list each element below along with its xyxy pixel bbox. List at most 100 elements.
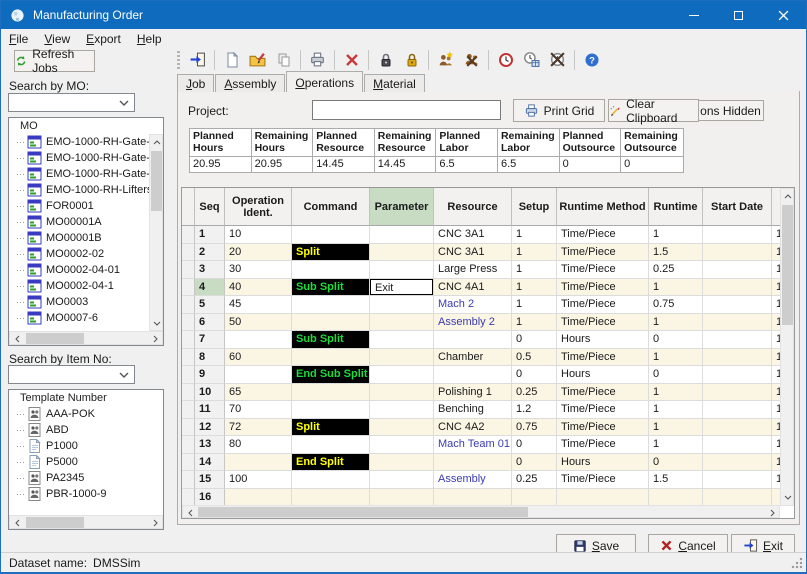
scroll-thumb[interactable] — [26, 333, 84, 344]
table-row[interactable]: 14 End Split 0 Hours 0 1 — [182, 453, 794, 471]
cell-parameter[interactable] — [370, 401, 434, 419]
row-indicator[interactable] — [182, 243, 195, 261]
row-indicator[interactable] — [182, 226, 195, 244]
cell-runtime[interactable]: 1 — [649, 436, 703, 454]
mo-tree-root[interactable]: MO — [9, 118, 163, 134]
cell-operation-ident[interactable]: 60 — [225, 348, 292, 366]
mo-tree-item[interactable]: MO0002-04-01 — [9, 262, 150, 278]
menu-item[interactable]: Export — [78, 30, 129, 48]
cell-command[interactable]: End Split — [292, 453, 370, 471]
cell-operation-ident[interactable] — [225, 453, 292, 471]
table-row[interactable]: 7 Sub Split 0 Hours 0 1 — [182, 331, 794, 349]
menu-item[interactable]: Help — [129, 30, 170, 48]
cell-runtime[interactable]: 1 — [649, 383, 703, 401]
cell-parameter[interactable] — [370, 296, 434, 314]
parameter-editor[interactable] — [370, 436, 433, 453]
cell-operation-ident[interactable] — [225, 331, 292, 349]
header-resource[interactable]: Resource — [434, 188, 512, 226]
table-row[interactable]: 1 10 CNC 3A1 1 Time/Piece 1 1 — [182, 226, 794, 244]
cell-resource[interactable]: Mach Team 01 — [434, 436, 512, 454]
cell-runtime-method[interactable]: Time/Piece — [557, 436, 649, 454]
table-row[interactable]: 8 60 Chamber 0.5 Time/Piece 1 1 — [182, 348, 794, 366]
search-mo-combobox[interactable] — [8, 93, 135, 112]
cell-parameter[interactable] — [370, 436, 434, 454]
table-row[interactable]: 13 80 Mach Team 01 0 Time/Piece 1 1 — [182, 436, 794, 454]
tab[interactable]: Assembly — [215, 74, 286, 92]
cell-command[interactable] — [292, 436, 370, 454]
cell-setup[interactable]: 1 — [512, 261, 557, 279]
header-start-date[interactable]: Start Date — [703, 188, 772, 226]
template-tree-item[interactable]: ABD — [9, 422, 163, 438]
cell-runtime-method[interactable]: Time/Piece — [557, 243, 649, 261]
cell-command[interactable]: Sub Split — [292, 278, 370, 296]
cell-resource[interactable]: CNC 3A1 — [434, 226, 512, 244]
mo-tree-item[interactable]: EMO-1000-RH-Gate-Front — [9, 166, 150, 182]
cell-start-date[interactable] — [703, 436, 772, 454]
mo-tree-item[interactable]: MO0003 — [9, 294, 150, 310]
cell-runtime[interactable]: 0 — [649, 366, 703, 384]
cell-parameter[interactable] — [370, 243, 434, 261]
table-row[interactable]: 6 50 Assembly 2 1 Time/Piece 1 1 — [182, 313, 794, 331]
cell-runtime[interactable]: 0.25 — [649, 261, 703, 279]
scroll-thumb[interactable] — [26, 517, 84, 528]
header-seq[interactable]: Seq — [195, 188, 225, 226]
row-indicator[interactable] — [182, 296, 195, 314]
table-row[interactable]: 11 70 Benching 1.2 Time/Piece 1 1 — [182, 401, 794, 419]
cell-setup[interactable]: 0 — [512, 436, 557, 454]
cell-resource[interactable]: Chamber — [434, 348, 512, 366]
cell-runtime-method[interactable]: Hours — [557, 453, 649, 471]
cell-start-date[interactable] — [703, 471, 772, 489]
cell-runtime[interactable]: 1 — [649, 348, 703, 366]
cell-resource[interactable] — [434, 331, 512, 349]
tab[interactable]: Operations — [286, 71, 364, 92]
cell-setup[interactable]: 0.5 — [512, 348, 557, 366]
cell-parameter[interactable] — [370, 226, 434, 244]
parameter-editor[interactable] — [370, 471, 433, 488]
parameter-editor[interactable] — [370, 366, 433, 383]
cell-command[interactable]: Split — [292, 243, 370, 261]
cell-command[interactable] — [292, 401, 370, 419]
template-tree-hscrollbar[interactable] — [9, 515, 163, 529]
cell-runtime-method[interactable]: Time/Piece — [557, 261, 649, 279]
table-row[interactable]: 2 20 Split CNC 3A1 1 Time/Piece 1.5 1 — [182, 243, 794, 261]
template-tree-item[interactable]: P1000 — [9, 438, 163, 454]
cell-start-date[interactable] — [703, 243, 772, 261]
cell-seq[interactable]: 5 — [195, 296, 225, 314]
cell-seq[interactable]: 13 — [195, 436, 225, 454]
hidden-options-button[interactable]: ons Hidden — [697, 100, 764, 121]
cell-resource[interactable] — [434, 488, 512, 506]
cell-parameter[interactable] — [370, 313, 434, 331]
cell-runtime-method[interactable]: Time/Piece — [557, 226, 649, 244]
cell-parameter[interactable] — [370, 418, 434, 436]
clock-cancel-icon[interactable] — [545, 48, 570, 71]
cell-runtime-method[interactable]: Hours — [557, 331, 649, 349]
cell-setup[interactable]: 0.75 — [512, 418, 557, 436]
cell-setup[interactable]: 1 — [512, 243, 557, 261]
cell-resource[interactable]: CNC 4A2 — [434, 418, 512, 436]
header-operation-ident[interactable]: Operation Ident. — [225, 188, 292, 226]
cell-runtime-method[interactable]: Time/Piece — [557, 296, 649, 314]
scroll-thumb[interactable] — [151, 151, 162, 211]
cell-start-date[interactable] — [703, 296, 772, 314]
cell-parameter[interactable] — [370, 471, 434, 489]
delete-icon[interactable] — [339, 48, 364, 71]
cell-operation-ident[interactable]: 65 — [225, 383, 292, 401]
row-indicator[interactable] — [182, 261, 195, 279]
cell-parameter[interactable] — [370, 348, 434, 366]
cell-runtime[interactable]: 1.5 — [649, 243, 703, 261]
cell-operation-ident[interactable]: 50 — [225, 313, 292, 331]
tab[interactable]: Job — [177, 74, 215, 92]
row-indicator[interactable] — [182, 383, 195, 401]
cell-command[interactable] — [292, 261, 370, 279]
parameter-editor[interactable] — [370, 419, 433, 436]
cell-start-date[interactable] — [703, 418, 772, 436]
cell-runtime-method[interactable]: Time/Piece — [557, 278, 649, 296]
cell-runtime-method[interactable]: Time/Piece — [557, 313, 649, 331]
mo-tree-item[interactable]: EMO-1000-RH-Gate-Fitting — [9, 150, 150, 166]
cell-resource[interactable]: Benching — [434, 401, 512, 419]
parameter-editor[interactable] — [370, 489, 433, 506]
row-indicator[interactable] — [182, 401, 195, 419]
header-setup[interactable]: Setup — [512, 188, 557, 226]
users-delete-icon[interactable] — [459, 48, 484, 71]
cell-seq[interactable]: 1 — [195, 226, 225, 244]
